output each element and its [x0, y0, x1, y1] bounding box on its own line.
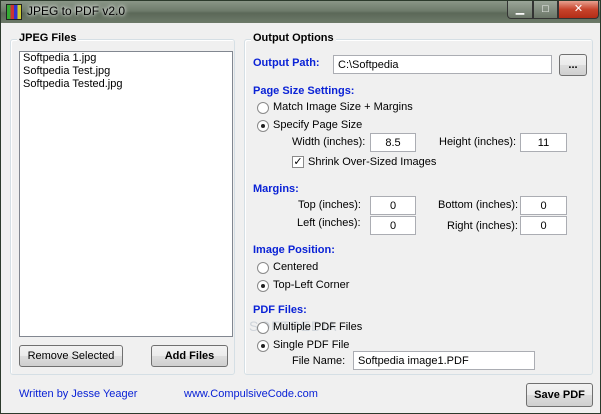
list-item[interactable]: Softpedia 1.jpg	[20, 52, 232, 65]
height-label: Height (inches):	[439, 136, 517, 148]
centered-label[interactable]: Centered	[273, 261, 318, 273]
app-icon[interactable]	[6, 4, 22, 20]
width-input[interactable]	[370, 133, 416, 152]
height-input[interactable]	[520, 133, 567, 152]
top-margin-label: Top (inches):	[298, 199, 361, 211]
specify-page-size-radio[interactable]	[257, 120, 269, 132]
file-name-input[interactable]	[353, 351, 535, 370]
output-path-label: Output Path:	[253, 57, 320, 69]
bottom-margin-input[interactable]	[520, 196, 567, 215]
width-label: Width (inches):	[292, 136, 366, 148]
right-margin-input[interactable]	[520, 216, 567, 235]
maximize-button[interactable]: □	[533, 1, 558, 19]
right-margin-label: Right (inches):	[447, 220, 518, 232]
maximize-icon: □	[542, 3, 549, 15]
save-pdf-button[interactable]: Save PDF	[526, 383, 593, 407]
minimize-icon: ▁	[515, 3, 525, 15]
list-item[interactable]: Softpedia Test.jpg	[20, 65, 232, 78]
list-item[interactable]: Softpedia Tested.jpg	[20, 78, 232, 91]
main-window: JPEG to PDF v2.0 ▁ □ ✕ JPEG Files Softpe…	[0, 0, 601, 414]
browse-button[interactable]: ...	[559, 54, 587, 76]
remove-selected-button[interactable]: Remove Selected	[19, 345, 123, 367]
top-left-radio[interactable]	[257, 280, 269, 292]
minimize-button[interactable]: ▁	[507, 1, 533, 19]
top-left-label[interactable]: Top-Left Corner	[273, 279, 349, 291]
title-bar[interactable]: JPEG to PDF v2.0 ▁ □ ✕	[1, 1, 600, 23]
close-icon: ✕	[573, 3, 584, 15]
file-name-label: File Name:	[292, 355, 346, 367]
match-image-size-radio[interactable]	[257, 102, 269, 114]
output-path-input[interactable]	[333, 55, 552, 74]
jpeg-file-list[interactable]: Softpedia 1.jpg Softpedia Test.jpg Softped…	[19, 51, 233, 337]
left-margin-label: Left (inches):	[297, 217, 361, 229]
author-link[interactable]: Written by Jesse Yeager	[19, 388, 137, 400]
add-files-button[interactable]: Add Files	[151, 345, 228, 367]
shrink-images-label[interactable]: Shrink Over-Sized Images	[308, 156, 436, 168]
image-position-heading: Image Position:	[253, 244, 335, 256]
website-link[interactable]: www.CompulsiveCode.com	[184, 388, 318, 400]
window-title: JPEG to PDF v2.0	[27, 4, 126, 18]
single-pdf-label[interactable]: Single PDF File	[273, 339, 349, 351]
top-margin-input[interactable]	[370, 196, 416, 215]
specify-page-size-label[interactable]: Specify Page Size	[273, 119, 362, 131]
pdf-files-heading: PDF Files:	[253, 304, 307, 316]
centered-radio[interactable]	[257, 262, 269, 274]
output-options-group-title: Output Options	[251, 32, 336, 44]
match-image-size-label[interactable]: Match Image Size + Margins	[273, 101, 413, 113]
left-margin-input[interactable]	[370, 216, 416, 235]
shrink-images-checkbox[interactable]: ✓	[292, 156, 304, 168]
page-size-heading: Page Size Settings:	[253, 85, 355, 97]
multiple-pdf-radio[interactable]	[257, 322, 269, 334]
single-pdf-radio[interactable]	[257, 340, 269, 352]
multiple-pdf-label[interactable]: Multiple PDF Files	[273, 321, 362, 333]
margins-heading: Margins:	[253, 183, 299, 195]
bottom-margin-label: Bottom (inches):	[438, 199, 519, 211]
close-button[interactable]: ✕	[558, 1, 599, 19]
jpeg-files-group-title: JPEG Files	[17, 32, 79, 44]
